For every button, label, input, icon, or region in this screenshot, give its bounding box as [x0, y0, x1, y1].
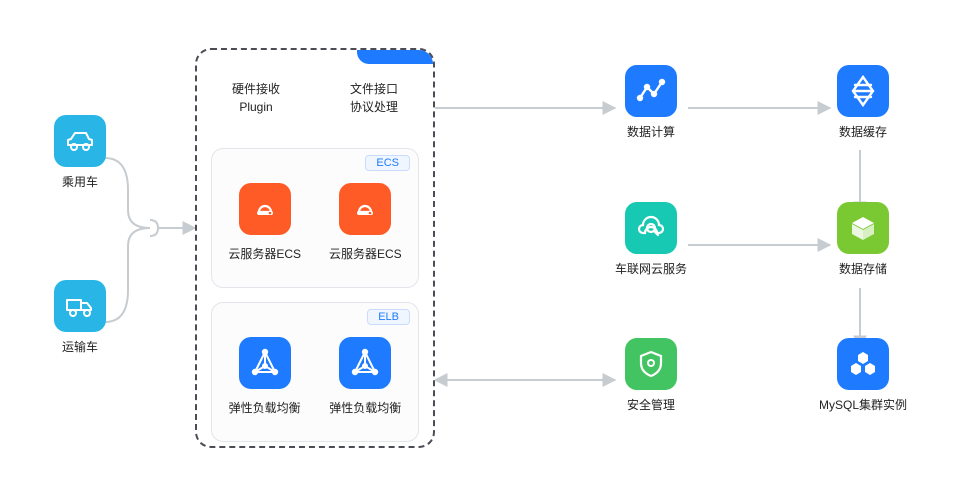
honeycomb-icon	[837, 338, 889, 390]
ecs-icon	[239, 183, 291, 235]
node-truck-label: 运输车	[62, 338, 98, 355]
node-cloudsearch-label: 车联网云服务	[615, 260, 687, 277]
node-analytics-label: 数据计算	[627, 123, 675, 140]
node-stream: 数据缓存	[818, 65, 908, 140]
center-top2-line1: 文件接口	[350, 82, 398, 96]
node-honeycomb: MySQL集群实例	[818, 338, 908, 413]
elb-icon	[239, 337, 291, 389]
center-top1-line2: Plugin	[239, 100, 272, 114]
elb-item-1: 弹性负载均衡	[217, 337, 313, 416]
node-cube-label: 数据存储	[839, 260, 887, 277]
node-honeycomb-label: MySQL集群实例	[819, 396, 907, 413]
node-truck: 运输车	[35, 280, 125, 355]
center-top-labels: 硬件接收 Plugin 文件接口 协议处理	[197, 80, 433, 116]
ecs-item-2-label: 云服务器ECS	[329, 245, 402, 262]
connector-lines	[0, 0, 960, 500]
node-analytics: 数据计算	[606, 65, 696, 140]
node-cube: 数据存储	[818, 202, 908, 277]
stream-icon	[837, 65, 889, 117]
ecs-item-1: 云服务器ECS	[217, 183, 313, 262]
elb-item-2-label: 弹性负载均衡	[329, 399, 401, 416]
cube-icon	[837, 202, 889, 254]
node-car-label: 乘用车	[62, 173, 98, 190]
elb-badge: ELB	[367, 309, 410, 325]
node-car: 乘用车	[35, 115, 125, 190]
node-stream-label: 数据缓存	[839, 123, 887, 140]
ecs-item-1-label: 云服务器ECS	[228, 245, 301, 262]
node-shield: 安全管理	[606, 338, 696, 413]
car-icon	[54, 115, 106, 167]
ecs-badge: ECS	[365, 155, 410, 171]
center-container: 硬件接收 Plugin 文件接口 协议处理 ECS 云服务器ECS	[195, 48, 435, 448]
ecs-card: ECS 云服务器ECS 云服务器ECS	[211, 148, 419, 288]
node-shield-label: 安全管理	[627, 396, 675, 413]
elb-item-2: 弹性负载均衡	[317, 337, 413, 416]
elb-icon	[339, 337, 391, 389]
ecs-icon	[339, 183, 391, 235]
shield-icon	[625, 338, 677, 390]
center-top2-line2: 协议处理	[350, 100, 398, 114]
ecs-item-2: 云服务器ECS	[317, 183, 413, 262]
architecture-diagram: 乘用车 运输车 硬件接收 Plugin 文件接口 协议处理 ECS	[0, 0, 960, 500]
center-top1-line1: 硬件接收	[232, 82, 280, 96]
node-cloudsearch: 车联网云服务	[606, 202, 696, 277]
analytics-icon	[625, 65, 677, 117]
cloudsearch-icon	[625, 202, 677, 254]
elb-item-1-label: 弹性负载均衡	[229, 399, 301, 416]
elb-card: ELB 弹性负载均衡 弹性负载均衡	[211, 302, 419, 442]
truck-icon	[54, 280, 106, 332]
center-tab-accent	[357, 48, 435, 64]
